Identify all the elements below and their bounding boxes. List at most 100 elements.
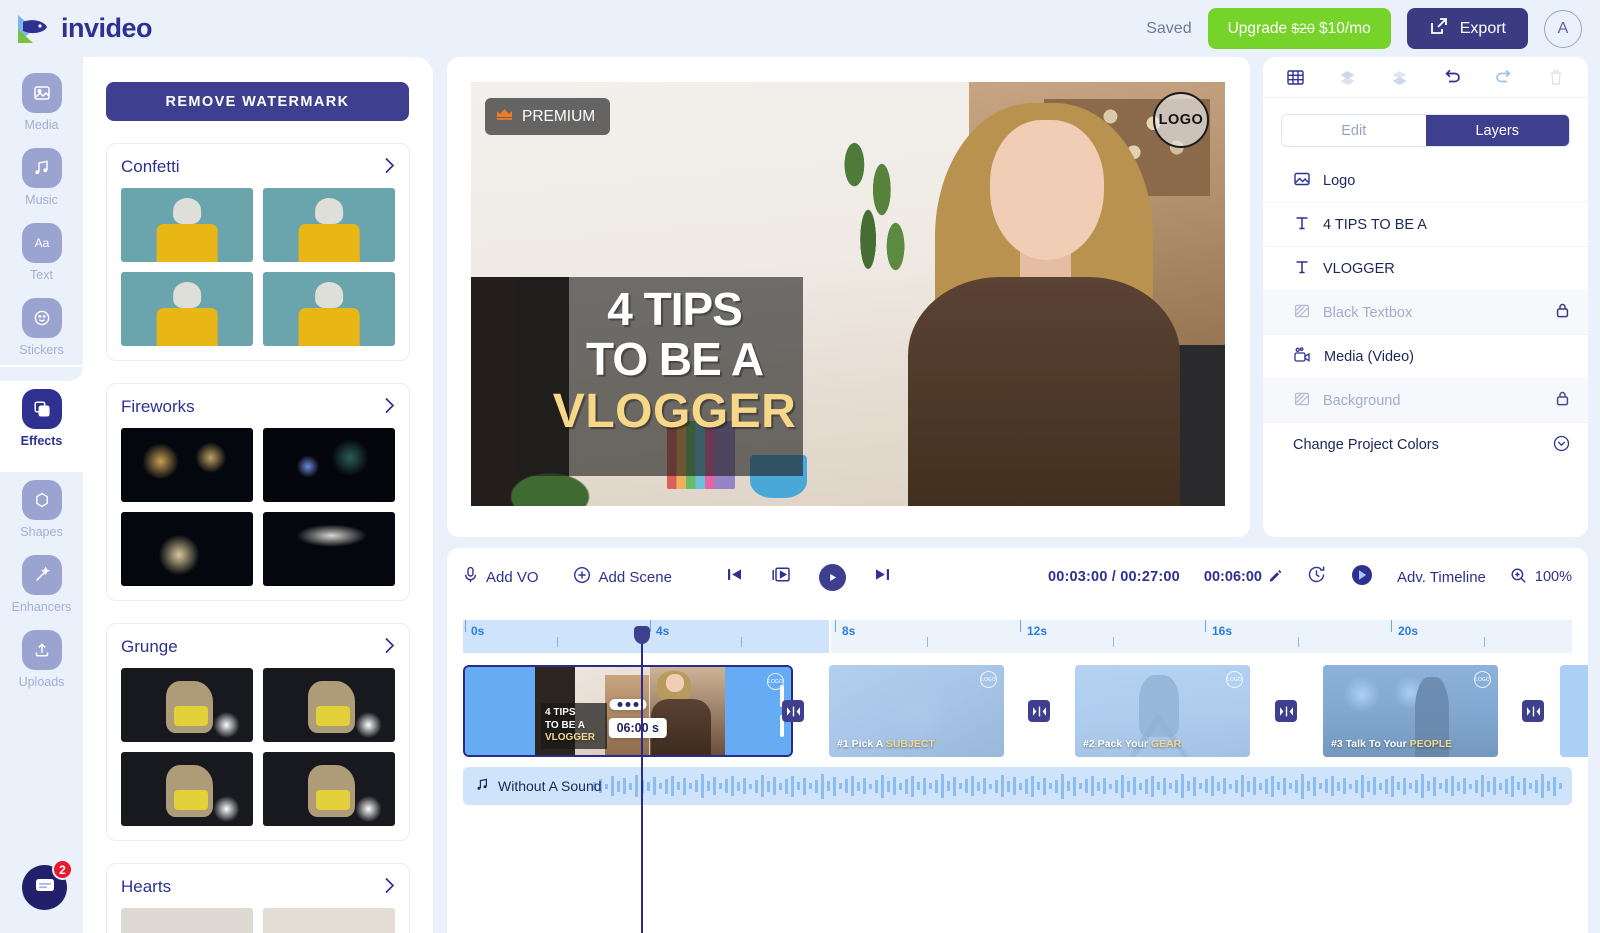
sidebar-item-text[interactable]: Aa Text — [0, 215, 83, 290]
layer-row[interactable]: Black Textbox — [1263, 291, 1588, 335]
effect-thumb[interactable] — [121, 752, 253, 826]
export-button[interactable]: Export — [1406, 8, 1528, 49]
brand-logo[interactable]: invideo — [14, 12, 153, 46]
sidebar-item-music[interactable]: Music — [0, 140, 83, 215]
effect-section-header[interactable]: Confetti — [121, 157, 395, 177]
effect-section-header[interactable]: Hearts — [121, 877, 395, 897]
layer-row[interactable]: VLOGGER — [1263, 247, 1588, 291]
transition-button[interactable] — [1522, 700, 1544, 722]
avatar[interactable]: A — [1544, 9, 1582, 48]
sidebar-item-uploads[interactable]: Uploads — [0, 622, 83, 697]
text-layer-icon — [1293, 258, 1311, 280]
zoom-in-icon[interactable] — [1510, 567, 1527, 588]
clock-history-icon[interactable] — [1306, 564, 1327, 590]
transition-button[interactable] — [1028, 700, 1050, 722]
effect-thumb[interactable] — [121, 272, 253, 346]
transition-button[interactable] — [1275, 700, 1297, 722]
shape-layer-icon — [1293, 390, 1311, 412]
effect-thumb[interactable] — [119, 666, 255, 744]
add-vo-button[interactable]: Add VO — [463, 566, 539, 588]
timeline-clip[interactable]: LOGO #1 Pick A SUBJECT — [829, 665, 1004, 757]
effect-thumb[interactable] — [121, 512, 253, 586]
add-scene-button[interactable]: Add Scene — [573, 566, 672, 588]
video-canvas[interactable]: 4 TIPS TO BE A VLOGGER PREMIUM LOGO — [471, 82, 1225, 506]
layers-square-icon — [21, 389, 62, 429]
render-preview-button[interactable] — [1351, 564, 1373, 591]
ruler-tick-minor — [1113, 637, 1114, 647]
effect-section-title: Fireworks — [121, 397, 195, 416]
chevron-right-icon[interactable] — [384, 637, 395, 657]
chevron-right-icon[interactable] — [384, 397, 395, 417]
chevron-right-icon[interactable] — [384, 877, 395, 897]
clip-overlay-text: #3 Talk To Your PEOPLE — [1331, 738, 1452, 750]
play-button[interactable] — [818, 563, 846, 591]
timeline-clip[interactable]: LOGO #3 Talk To Your PEOPLE — [1323, 665, 1498, 757]
effect-section-title: Hearts — [121, 877, 172, 896]
send-backward-icon[interactable] — [1373, 68, 1425, 87]
next-scene-button[interactable] — [874, 566, 891, 588]
sidebar-item-effects[interactable]: Effects — [0, 367, 83, 456]
upgrade-button[interactable]: Upgrade $20 $10/mo — [1207, 8, 1391, 49]
time-readout: 00:03:00 / 00:27:00 — [1047, 569, 1180, 585]
effect-thumb[interactable] — [263, 428, 395, 502]
previous-scene-button[interactable] — [726, 566, 743, 588]
chat-support-button[interactable]: 2 — [22, 859, 73, 910]
adv-timeline-button[interactable]: Adv. Timeline — [1397, 569, 1486, 586]
sidebar-item-stickers[interactable]: Stickers — [0, 290, 83, 365]
effect-thumb[interactable] — [263, 668, 395, 742]
svg-text:Aa: Aa — [34, 236, 49, 250]
app-header: invideo Saved Upgrade $20 $10/mo Export … — [0, 0, 1600, 57]
effect-thumb[interactable] — [263, 752, 395, 826]
bring-forward-icon[interactable] — [1321, 68, 1373, 87]
sidebar-item-shapes[interactable]: Shapes — [0, 472, 83, 547]
sidebar-item-media[interactable]: Media — [0, 65, 83, 140]
effect-thumb[interactable] — [263, 272, 395, 346]
timeline-clip[interactable] — [1560, 665, 1588, 757]
title-text-layer[interactable]: 4 TIPS TO BE A VLOGGER — [524, 286, 826, 436]
effect-section-hearts: Hearts — [106, 863, 410, 933]
layer-row[interactable]: Background — [1263, 379, 1588, 423]
effect-section-header[interactable]: Fireworks — [121, 397, 395, 417]
effect-thumb[interactable] — [263, 512, 395, 586]
timeline-clip[interactable]: LOGO #2 Pack Your GEAR — [1075, 665, 1250, 757]
sidebar-item-enhancers[interactable]: Enhancers — [0, 547, 83, 622]
layer-row[interactable]: Media (Video) — [1263, 335, 1588, 379]
lock-icon[interactable] — [1555, 302, 1570, 323]
premium-badge-label: PREMIUM — [522, 107, 596, 125]
effect-thumb[interactable] — [263, 188, 395, 262]
timeline-playhead[interactable] — [634, 626, 650, 933]
timeline-ruler[interactable]: 0s 4s 8s 12s 16s 20s — [463, 611, 1572, 653]
layers-list: Logo 4 TIPS TO BE A VLOGGER Black Textbo… — [1263, 159, 1588, 467]
change-project-colors-button[interactable]: Change Project Colors — [1263, 423, 1588, 467]
playhead-knob[interactable] — [634, 626, 650, 644]
timeline-clip-selected[interactable]: 4 TIPS TO BE A VLOGGER LOGO 06:00 s — [463, 665, 793, 757]
chevron-right-icon[interactable] — [384, 157, 395, 177]
redo-icon[interactable] — [1478, 68, 1530, 87]
effect-section-header[interactable]: Grunge — [121, 637, 395, 657]
layer-row[interactable]: Logo — [1263, 159, 1588, 203]
effect-thumb[interactable] — [121, 428, 253, 502]
effect-thumb[interactable] — [263, 908, 395, 933]
logo-layer[interactable]: LOGO — [1153, 92, 1209, 148]
effect-thumb[interactable] — [121, 908, 253, 933]
effect-thumb[interactable] — [121, 188, 253, 262]
layer-row[interactable]: 4 TIPS TO BE A — [1263, 203, 1588, 247]
grid-icon[interactable] — [1269, 68, 1321, 87]
audio-track-label: Without A Sound — [498, 778, 602, 794]
lock-icon[interactable] — [1555, 390, 1570, 411]
zoom-control[interactable]: 100% — [1510, 567, 1572, 588]
pencil-icon[interactable] — [1269, 569, 1282, 586]
preview-scene-button[interactable] — [771, 565, 791, 589]
scene-duration[interactable]: 00:06:00 — [1204, 569, 1282, 586]
effect-thumb-grid — [119, 666, 395, 826]
undo-icon[interactable] — [1426, 68, 1478, 87]
sidebar-label-media: Media — [24, 118, 59, 132]
audio-track[interactable]: Without A Sound — [463, 767, 1572, 805]
transition-button[interactable] — [782, 700, 804, 722]
layer-label: Logo — [1323, 172, 1356, 189]
clip-duration-badge: 06:00 s — [608, 718, 667, 739]
tab-layers[interactable]: Layers — [1425, 115, 1569, 146]
trash-icon[interactable] — [1530, 68, 1582, 87]
remove-watermark-button[interactable]: REMOVE WATERMARK — [106, 82, 409, 121]
tab-edit[interactable]: Edit — [1282, 115, 1426, 146]
